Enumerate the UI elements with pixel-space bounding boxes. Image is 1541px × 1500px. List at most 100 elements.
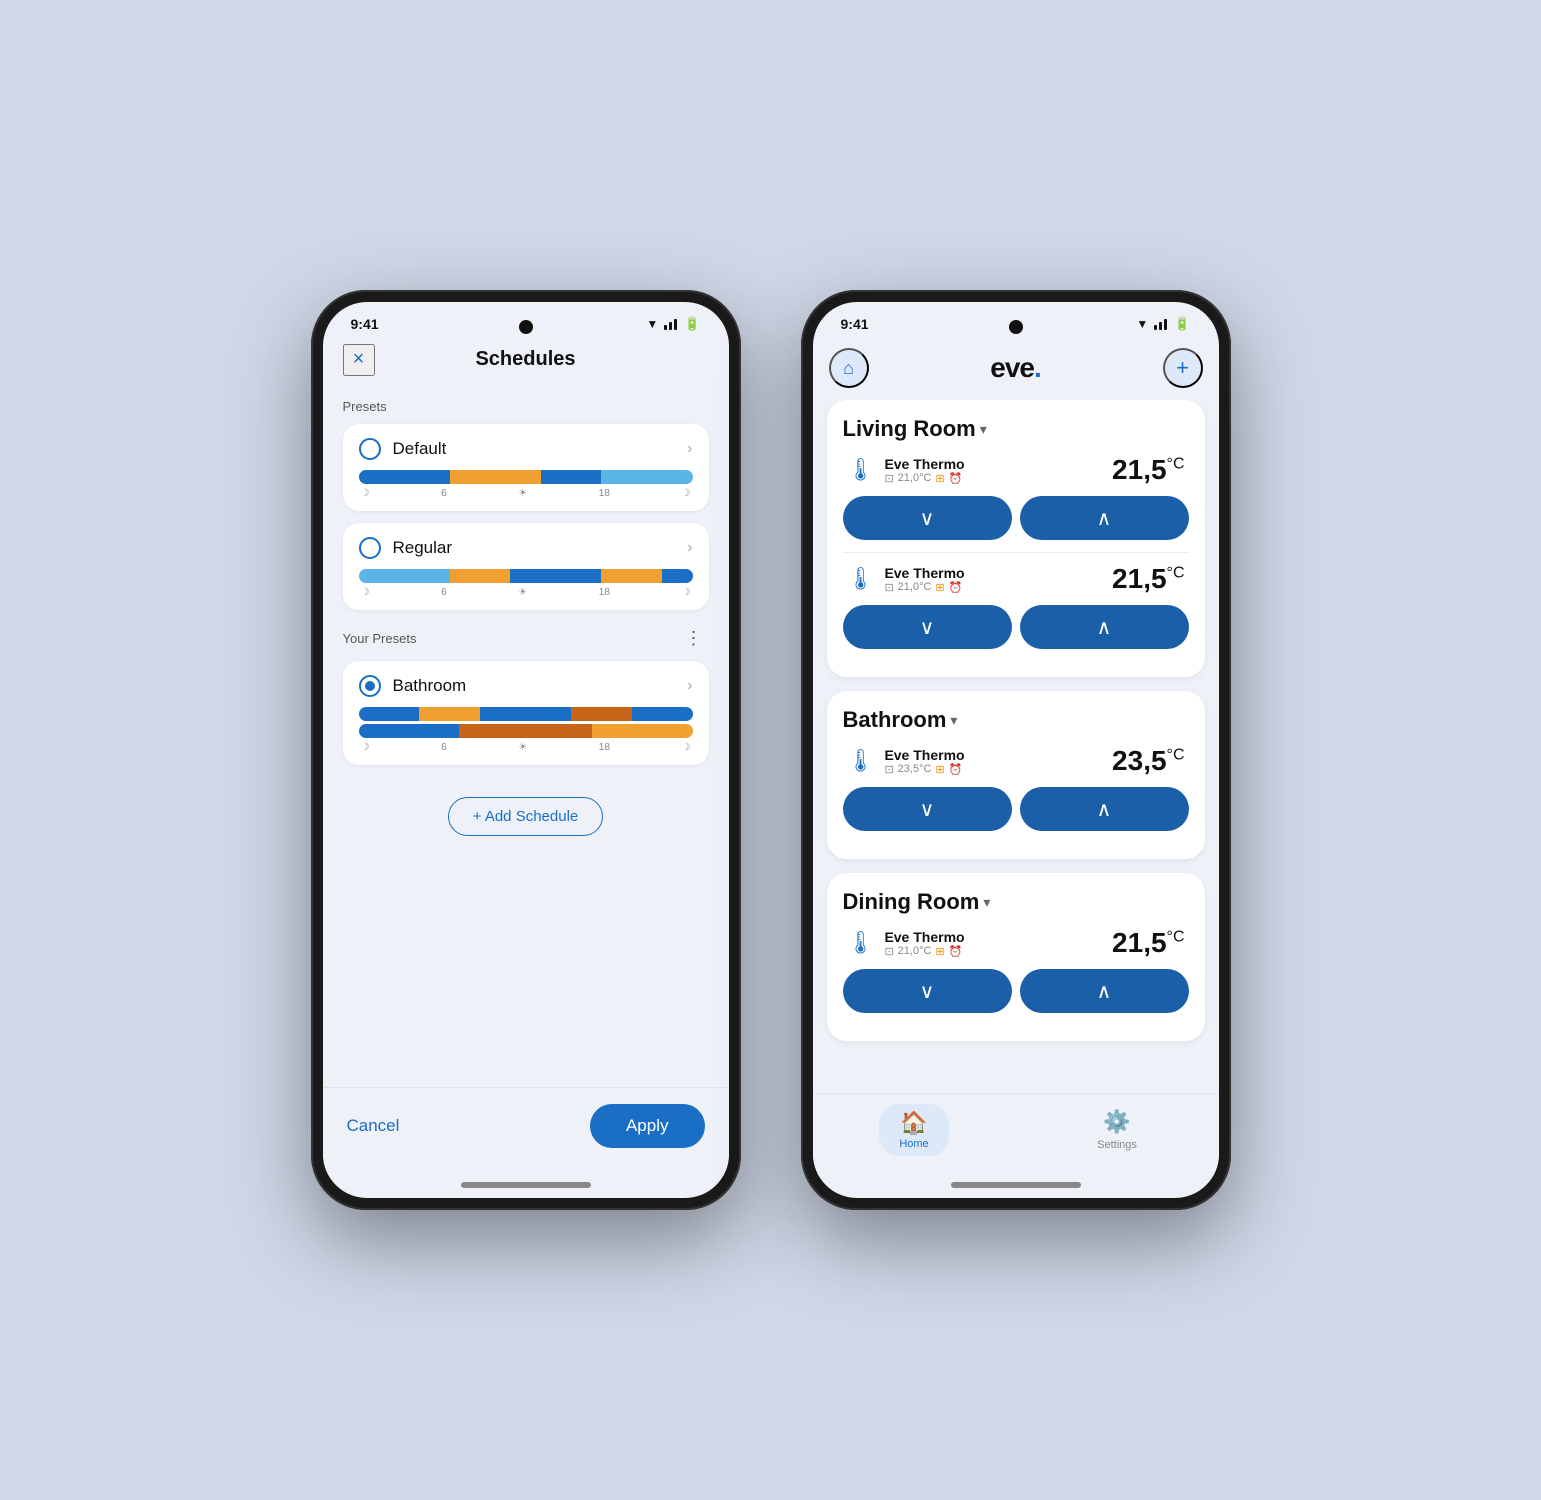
battery-icon: 🔋	[684, 316, 700, 332]
presets-label: Presets	[343, 399, 709, 414]
device-sub-living-1: ⊡ 21,0°C ⊞ ⏰	[884, 472, 964, 485]
preset-left-default: Default	[359, 438, 447, 460]
preset-card-bathroom[interactable]: Bathroom ›	[343, 661, 709, 765]
your-presets-label: Your Presets	[343, 631, 417, 646]
increase-button-living-2[interactable]: ∧	[1020, 605, 1189, 649]
add-schedule-button[interactable]: + Add Schedule	[448, 797, 604, 836]
sub-temp-living-2: 21,0°C	[898, 581, 932, 593]
schedules-title: Schedules	[475, 348, 575, 371]
room-bathroom: Bathroom ▾ 🌡 Eve Thermo ⊡ 23,5°C	[827, 691, 1205, 859]
cancel-button[interactable]: Cancel	[347, 1116, 400, 1136]
apply-button[interactable]: Apply	[590, 1104, 705, 1148]
room-title-dining: Dining Room ▾	[843, 889, 1189, 915]
phone-schedules: 9:41 ▼ 🔋 × Schedules Presets	[311, 290, 741, 1210]
tick-18: 18	[599, 587, 610, 598]
sub-schedule-icon-b: ⊞	[935, 763, 944, 776]
radio-default[interactable]	[359, 438, 381, 460]
bar-seg	[592, 724, 692, 738]
thermometer-icon-2: 🌡	[847, 566, 875, 592]
signal-bar-3	[1164, 319, 1167, 330]
increase-button-dining[interactable]: ∧	[1020, 969, 1189, 1013]
phone-eve: 9:41 ▼ 🔋 ⌂ eve. +	[801, 290, 1231, 1210]
temp-unit-d: °C	[1167, 929, 1185, 946]
tab-home[interactable]: 🏠 Home	[813, 1094, 1016, 1176]
dropdown-arrow-bathroom[interactable]: ▾	[950, 712, 957, 729]
bar-seg	[450, 470, 541, 484]
device-sub-bathroom: ⊡ 23,5°C ⊞ ⏰	[884, 763, 964, 776]
preset-row-default: Default ›	[359, 438, 693, 460]
decrease-button-bathroom[interactable]: ∨	[843, 787, 1012, 831]
decrease-button-living-1[interactable]: ∨	[843, 496, 1012, 540]
sub-schedule-icon: ⊞	[935, 472, 944, 485]
thermometer-icon-bathroom: 🌡	[847, 748, 875, 774]
device-name-living-1: Eve Thermo	[884, 456, 964, 472]
device-left-bathroom: 🌡 Eve Thermo ⊡ 23,5°C ⊞ ⏰	[847, 747, 965, 776]
tick-moon: ☽	[361, 587, 370, 598]
radio-bathroom-inner	[365, 681, 375, 691]
your-presets-header: Your Presets ⋮	[343, 626, 709, 651]
bar-seg	[601, 470, 692, 484]
eve-header: ⌂ eve. +	[813, 340, 1219, 400]
increase-button-bathroom[interactable]: ∧	[1020, 787, 1189, 831]
tab-settings[interactable]: ⚙️ Settings	[1016, 1094, 1219, 1176]
tick-sun: ☀	[518, 742, 527, 753]
bar-seg	[359, 724, 459, 738]
preset-name-bathroom: Bathroom	[393, 676, 467, 696]
time-1: 9:41	[351, 316, 379, 332]
device-block-living-2: 🌡 Eve Thermo ⊡ 21,0°C ⊞ ⏰	[843, 563, 1189, 649]
sub-time-icon: ⏰	[949, 472, 963, 485]
tick-6: 6	[441, 587, 447, 598]
room-name-bathroom: Bathroom	[843, 707, 947, 733]
eve-add-button[interactable]: +	[1163, 348, 1203, 388]
radio-bathroom[interactable]	[359, 675, 381, 697]
camera-notch	[519, 320, 533, 334]
device-name-bathroom: Eve Thermo	[884, 747, 964, 763]
tick-moon: ☽	[361, 488, 370, 499]
dropdown-arrow-living[interactable]: ▾	[980, 421, 987, 438]
bar-seg	[450, 569, 511, 583]
increase-button-living-1[interactable]: ∧	[1020, 496, 1189, 540]
tick-moon2: ☽	[682, 742, 691, 753]
signal-bar-1	[664, 325, 667, 330]
room-living-room: Living Room ▾ 🌡 Eve Thermo ⊡ 21,0°C	[827, 400, 1205, 677]
decrease-button-dining[interactable]: ∨	[843, 969, 1012, 1013]
decrease-button-living-2[interactable]: ∨	[843, 605, 1012, 649]
schedules-footer: Cancel Apply	[323, 1087, 729, 1176]
close-button[interactable]: ×	[343, 344, 375, 376]
signal-bars-2	[1154, 318, 1167, 330]
room-title-bathroom: Bathroom ▾	[843, 707, 1189, 733]
sub-schedule-icon-2: ⊞	[935, 581, 944, 594]
tick-6: 6	[441, 742, 447, 753]
tick-moon: ☽	[361, 742, 370, 753]
bar-seg	[662, 569, 692, 583]
bar-bathroom-top	[359, 707, 693, 721]
home-indicator-1	[461, 1182, 591, 1188]
device-row-living-1: 🌡 Eve Thermo ⊡ 21,0°C ⊞ ⏰	[843, 454, 1189, 486]
device-info-living-1: Eve Thermo ⊡ 21,0°C ⊞ ⏰	[884, 456, 964, 485]
bar-seg	[359, 707, 420, 721]
eve-content: Living Room ▾ 🌡 Eve Thermo ⊡ 21,0°C	[813, 400, 1219, 1093]
room-title-living: Living Room ▾	[843, 416, 1189, 442]
settings-tab-icon: ⚙️	[1103, 1109, 1130, 1135]
bar-seg	[601, 569, 662, 583]
control-btns-living-1: ∨ ∧	[843, 496, 1189, 540]
chevron-bathroom: ›	[687, 677, 692, 695]
home-indicator-2	[951, 1182, 1081, 1188]
signal-bar-2	[1159, 322, 1162, 330]
device-temp-bathroom: 23,5°C	[1112, 745, 1184, 777]
preset-card-default[interactable]: Default › ☽ 6 ☀ 18	[343, 424, 709, 511]
signal-bar-3	[674, 319, 677, 330]
wifi-icon-2: ▼	[1136, 317, 1148, 331]
eve-home-button[interactable]: ⌂	[829, 348, 869, 388]
dropdown-arrow-dining[interactable]: ▾	[983, 894, 990, 911]
chevron-default: ›	[687, 440, 692, 458]
radio-regular[interactable]	[359, 537, 381, 559]
menu-dots-button[interactable]: ⋮	[679, 626, 709, 651]
sub-temp-bathroom: 23,5°C	[898, 763, 932, 775]
ticks-default: ☽ 6 ☀ 18 ☽	[359, 488, 693, 499]
sub-time-icon-d: ⏰	[949, 945, 963, 958]
tick-18: 18	[599, 488, 610, 499]
signal-bar-1	[1154, 325, 1157, 330]
preset-card-regular[interactable]: Regular › ☽ 6 ☀	[343, 523, 709, 610]
schedules-header: × Schedules	[323, 340, 729, 383]
